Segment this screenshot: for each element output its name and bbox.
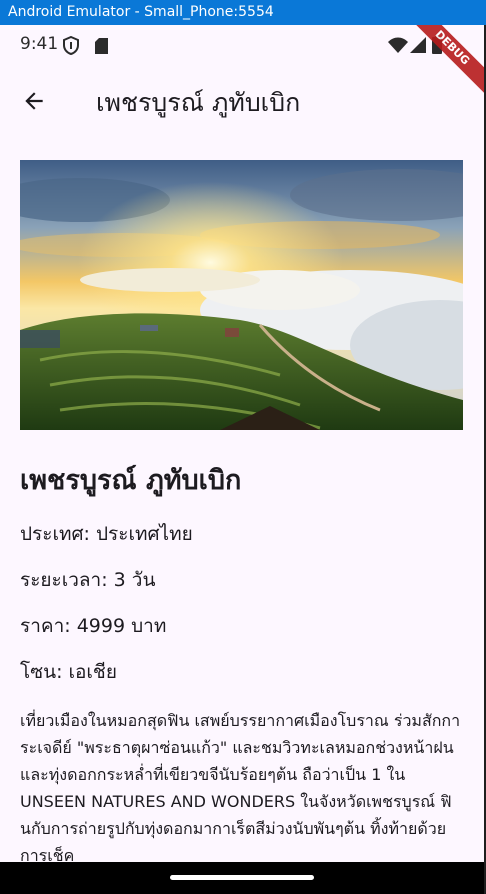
navigation-bar xyxy=(0,862,484,894)
window-title: Android Emulator - Small_Phone:5554 xyxy=(0,0,486,25)
back-button[interactable] xyxy=(10,77,58,125)
detail-content: เพชรบูรณ์ ภูทับเบิก ประเทศ: ประเทศไทย ระ… xyxy=(20,160,464,869)
status-time: 9:41 xyxy=(20,34,59,54)
country-text: ประเทศ: ประเทศไทย xyxy=(20,523,193,545)
shield-icon xyxy=(63,36,79,55)
price-text: ราคา: 4999 บาท xyxy=(20,615,167,637)
arrow-back-icon xyxy=(25,92,43,110)
emulator-window: Android Emulator - Small_Phone:5554 9:41 xyxy=(0,0,486,894)
page-title: เพชรบูรณ์ ภูทับเบิก xyxy=(96,88,301,117)
signal-icon xyxy=(410,37,426,53)
place-photo xyxy=(20,160,463,430)
app-bar: เพชรบูรณ์ ภูทับเบิก xyxy=(0,67,484,135)
duration-text: ระยะเวลา: 3 วัน xyxy=(20,569,156,591)
wifi-icon xyxy=(388,37,408,53)
phone-screen: 9:41 DEBUG เพชรบูรณ์ ภูทับเบิก เพชรบูรณ์… xyxy=(0,25,484,894)
status-bar: 9:41 DEBUG xyxy=(0,25,484,97)
place-title: เพชรบูรณ์ ภูทับเบิก xyxy=(20,465,242,496)
sim-card-icon xyxy=(95,38,108,54)
home-gesture-handle[interactable] xyxy=(170,875,314,880)
description-text: เที่ยวเมืองในหมอกสุดฟิน เสพย์บรรยากาศเมื… xyxy=(20,711,461,865)
zone-text: โซน: เอเชีย xyxy=(20,661,117,683)
